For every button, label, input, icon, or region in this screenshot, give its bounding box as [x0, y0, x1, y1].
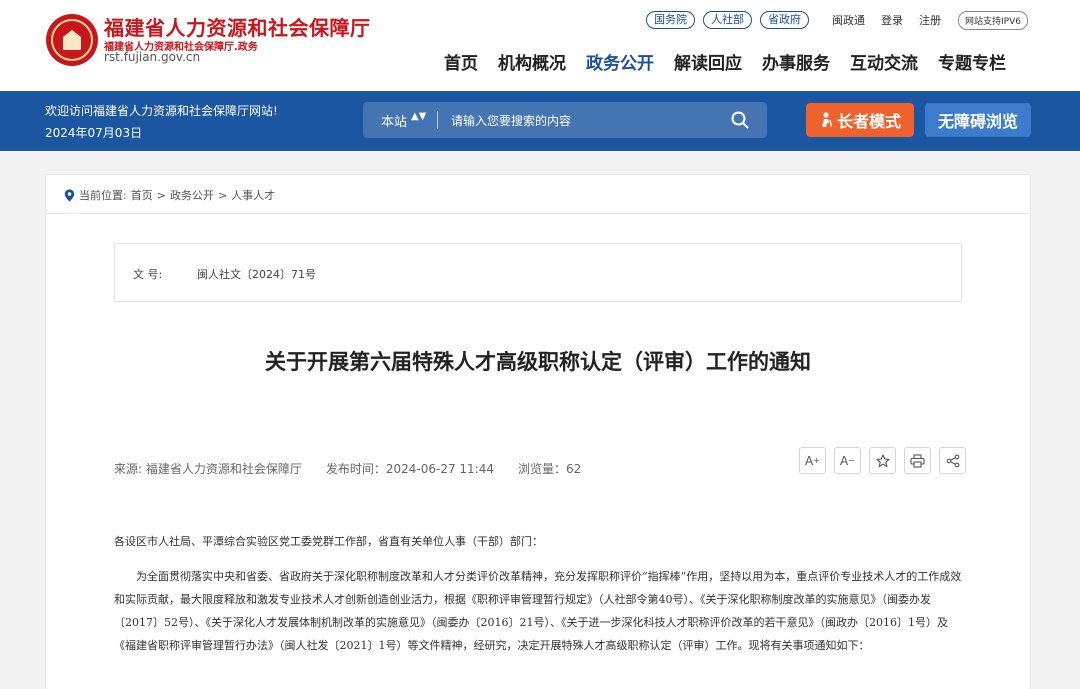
- elder-mode-button[interactable]: 长者模式: [806, 103, 914, 137]
- breadcrumb-separator: >: [217, 188, 228, 202]
- print-button[interactable]: [904, 447, 931, 474]
- search-scope-select[interactable]: 本站: [381, 111, 407, 130]
- search-input[interactable]: 请输入您要搜索的内容: [451, 112, 571, 129]
- font-increase-button[interactable]: A +: [799, 447, 826, 474]
- star-icon: [875, 453, 890, 467]
- share-button[interactable]: [939, 447, 966, 474]
- elder-mode-label: 长者模式: [836, 112, 901, 131]
- gov-link-mohrss[interactable]: 人社部: [703, 11, 752, 29]
- elder-person-icon: [821, 112, 833, 128]
- nav-interaction[interactable]: 互动交流: [850, 49, 918, 74]
- document-number-value: 闽人社文〔2024〕71号: [197, 268, 316, 281]
- nav-interpretation[interactable]: 解读回应: [674, 49, 742, 74]
- register-link[interactable]: 注册: [919, 12, 941, 28]
- nav-services[interactable]: 办事服务: [762, 49, 830, 74]
- article-title: 关于开展第六届特殊人才高级职称认定（评审）工作的通知: [265, 350, 811, 374]
- search-icon[interactable]: [731, 111, 749, 129]
- printer-icon: [910, 453, 925, 468]
- article-meta: 来源: 福建省人力资源和社会保障厅 发布时间：2024-06-27 11:44 …: [114, 460, 581, 477]
- sort-arrows-icon[interactable]: ▲▼: [411, 111, 426, 122]
- article-paragraph: 为全面贯彻落实中央和省委、省政府关于深化职称制度改革和人才分类评价改革精神，充分…: [114, 570, 962, 652]
- nav-home[interactable]: 首页: [444, 49, 478, 74]
- site-header: 福建省人力资源和社会保障厅 福建省人力资源和社会保障厅.政务 rst.fujia…: [0, 0, 1080, 91]
- gov-links: 国务院 人社部 省政府: [646, 11, 809, 29]
- welcome-text: 欢迎访问福建省人力资源和社会保障厅网站!: [45, 104, 278, 118]
- breadcrumb-prefix: 当前位置:: [79, 189, 127, 202]
- location-pin-icon: [64, 189, 75, 201]
- article-publish-time: 发布时间：2024-06-27 11:44: [325, 462, 494, 476]
- share-icon: [946, 454, 959, 467]
- site-url: rst.fujian.gov.cn: [104, 50, 201, 64]
- article-body: 各设区市人社局、平潭综合实验区党工委党群工作部，省直有关单位人事（干部）部门： …: [114, 530, 962, 669]
- breadcrumb: 当前位置: 首页 > 政务公开 > 人事人才: [64, 187, 275, 203]
- breadcrumb-separator: >: [156, 188, 166, 202]
- nav-gov-affairs[interactable]: 政务公开: [586, 49, 654, 74]
- ipv6-badge: 网站支持IPV6: [958, 11, 1028, 30]
- document-number-box: 文 号: 闽人社文〔2024〕71号: [114, 243, 962, 302]
- current-date: 2024年07月03日: [45, 126, 143, 140]
- site-logo-emblem-icon[interactable]: [46, 14, 98, 66]
- gov-link-province[interactable]: 省政府: [760, 11, 809, 29]
- accessible-browse-button[interactable]: 无障碍浏览: [925, 103, 1031, 137]
- breadcrumb-home[interactable]: 首页: [131, 187, 153, 203]
- nav-topics[interactable]: 专题专栏: [938, 49, 1006, 74]
- user-links: 闽政通 登录 注册: [832, 12, 941, 28]
- breadcrumb-gov-affairs[interactable]: 政务公开: [170, 187, 214, 203]
- info-search-bar: 欢迎访问福建省人力资源和社会保障厅网站! 2024年07月03日 本站 ▲▼ 请…: [0, 91, 1080, 151]
- login-link[interactable]: 登录: [881, 12, 903, 28]
- search-box: 本站 ▲▼ 请输入您要搜索的内容: [363, 102, 767, 138]
- document-number-label: 文 号:: [133, 268, 163, 281]
- minzhengtong-link[interactable]: 闽政通: [832, 12, 865, 28]
- article-source: 来源: 福建省人力资源和社会保障厅: [114, 462, 302, 476]
- breadcrumb-divider: [46, 213, 1030, 214]
- gov-link-state-council[interactable]: 国务院: [646, 11, 695, 29]
- article-view-count: 浏览量：62: [518, 462, 582, 476]
- search-divider: [437, 111, 438, 129]
- main-nav: 首页 机构概况 政务公开 解读回应 办事服务 互动交流 专题专栏: [444, 49, 1006, 74]
- article-tools: A + A −: [799, 447, 966, 474]
- favorite-button[interactable]: [869, 447, 896, 474]
- nav-about[interactable]: 机构概况: [498, 49, 566, 74]
- site-title[interactable]: 福建省人力资源和社会保障厅: [104, 12, 371, 41]
- article-salutation: 各设区市人社局、平潭综合实验区党工委党群工作部，省直有关单位人事（干部）部门：: [114, 535, 543, 548]
- font-decrease-button[interactable]: A −: [834, 447, 861, 474]
- breadcrumb-talent[interactable]: 人事人才: [231, 187, 275, 203]
